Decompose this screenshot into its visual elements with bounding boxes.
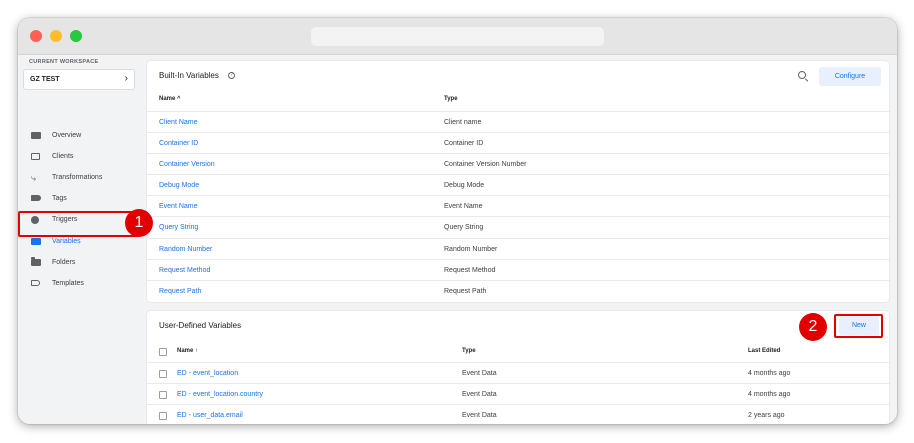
variable-type: Event Name [444,203,483,210]
table-row[interactable]: ED - event_location Event Data 4 months … [147,362,889,383]
variable-name-link[interactable]: Request Method [159,267,210,274]
variables-icon [31,238,41,246]
folder-icon [31,257,41,267]
template-icon [31,280,41,288]
table-row[interactable]: Debug Mode Debug Mode [147,174,889,195]
variable-type: Random Number [444,246,498,253]
step-2-badge: 2 [799,313,827,341]
sidebar-item-overview[interactable]: Overview [18,126,146,146]
row-checkbox[interactable] [159,412,167,420]
search-icon[interactable] [798,71,806,79]
sidebar-item-label: Templates [52,280,84,287]
table-row[interactable]: Container Version Container Version Numb… [147,153,889,174]
variable-name-link[interactable]: Container ID [159,140,198,147]
row-checkbox[interactable] [159,391,167,399]
column-header-last-edited: Last Edited [748,348,781,354]
variable-name-link[interactable]: Random Number [159,246,212,253]
table-row[interactable]: Random Number Random Number [147,238,889,259]
title-bar [18,18,897,55]
workspace-label: CURRENT WORKSPACE [29,59,99,65]
last-edited: 2 years ago [748,412,785,419]
workspace-selector[interactable]: GZ TEST › [23,69,135,90]
variable-type: Debug Mode [444,182,485,189]
variable-type: Request Method [444,267,496,274]
select-all-checkbox[interactable] [159,348,167,356]
sidebar-item-clients[interactable]: Clients [18,147,146,167]
table-row[interactable]: Event Name Event Name [147,195,889,216]
variable-name-link[interactable]: ED - event_location.country [177,391,263,398]
close-window-button[interactable] [30,30,42,42]
column-header-type: Type [462,348,476,354]
variable-name-link[interactable]: Container Version [159,161,215,168]
variable-type: Query String [444,224,484,231]
variable-type: Client name [444,119,482,126]
variable-name-link[interactable]: Debug Mode [159,182,199,189]
tag-icon [31,195,41,203]
workspace-name: GZ TEST [30,76,60,83]
sidebar-item-label: Transformations [52,174,103,181]
variable-type: Container Version Number [444,161,527,168]
step-1-badge: 1 [125,209,153,237]
variable-type: Event Data [462,412,497,419]
variable-name-link[interactable]: Event Name [159,203,198,210]
variable-name-link[interactable]: Query String [159,224,198,231]
user-defined-variables-title: User-Defined Variables [159,321,242,330]
sidebar-item-tags[interactable]: Tags [18,189,146,209]
row-checkbox[interactable] [159,370,167,378]
column-header-name[interactable]: Name ^ [159,96,181,102]
minimize-window-button[interactable] [50,30,62,42]
sidebar-item-label: Variables [52,238,81,245]
built-in-variables-title: Built-In Variables [159,71,219,80]
sidebar-item-templates[interactable]: Templates [18,274,146,294]
sidebar: CURRENT WORKSPACE GZ TEST › Overview Cli… [18,55,146,424]
sidebar-item-label: Overview [52,132,82,139]
address-bar[interactable] [311,27,604,46]
variable-type: Event Data [462,391,497,398]
variable-type: Event Data [462,370,497,377]
column-header-name[interactable]: Name ↑ [177,348,198,354]
transformations-icon: ⤷ [31,173,37,183]
help-icon[interactable]: ? [228,72,235,79]
chevron-right-icon: › [124,73,128,84]
maximize-window-button[interactable] [70,30,82,42]
variable-name-link[interactable]: ED - event_location [177,370,238,377]
clients-icon [31,153,41,161]
sidebar-item-transformations[interactable]: ⤷ Transformations [18,168,146,188]
table-row[interactable]: Request Method Request Method [147,259,889,280]
variable-type: Container ID [444,140,484,147]
configure-button[interactable]: Configure [819,67,881,86]
new-button-highlight-box [834,314,883,338]
last-edited: 4 months ago [748,391,791,398]
variable-type: Request Path [444,288,487,295]
built-in-variables-card: Built-In Variables ? Configure Name ^ Ty… [147,61,889,302]
table-row[interactable]: ED - event_location.country Event Data 4… [147,383,889,404]
sidebar-item-label: Clients [52,153,74,160]
variable-name-link[interactable]: ED - user_data.email [177,412,243,419]
column-header-type: Type [444,96,458,102]
sidebar-item-label: Tags [52,195,67,202]
sidebar-item-folders[interactable]: Folders [18,253,146,273]
user-defined-variables-card: User-Defined Variables New Name ↑ Type L… [147,311,889,424]
table-row[interactable]: ED - user_data.email Event Data 2 years … [147,404,889,424]
variable-name-link[interactable]: Client Name [159,119,198,126]
browser-window: CURRENT WORKSPACE GZ TEST › Overview Cli… [18,18,897,424]
last-edited: 4 months ago [748,370,791,377]
table-row[interactable]: Query String Query String [147,216,889,237]
table-row[interactable]: Client Name Client name [147,111,889,132]
variable-name-link[interactable]: Request Path [159,288,201,295]
table-row[interactable]: Request Path Request Path [147,280,889,301]
variables-highlight-box [18,211,140,237]
sidebar-item-label: Folders [52,259,76,266]
overview-icon [31,132,41,140]
table-row[interactable]: Container ID Container ID [147,132,889,153]
